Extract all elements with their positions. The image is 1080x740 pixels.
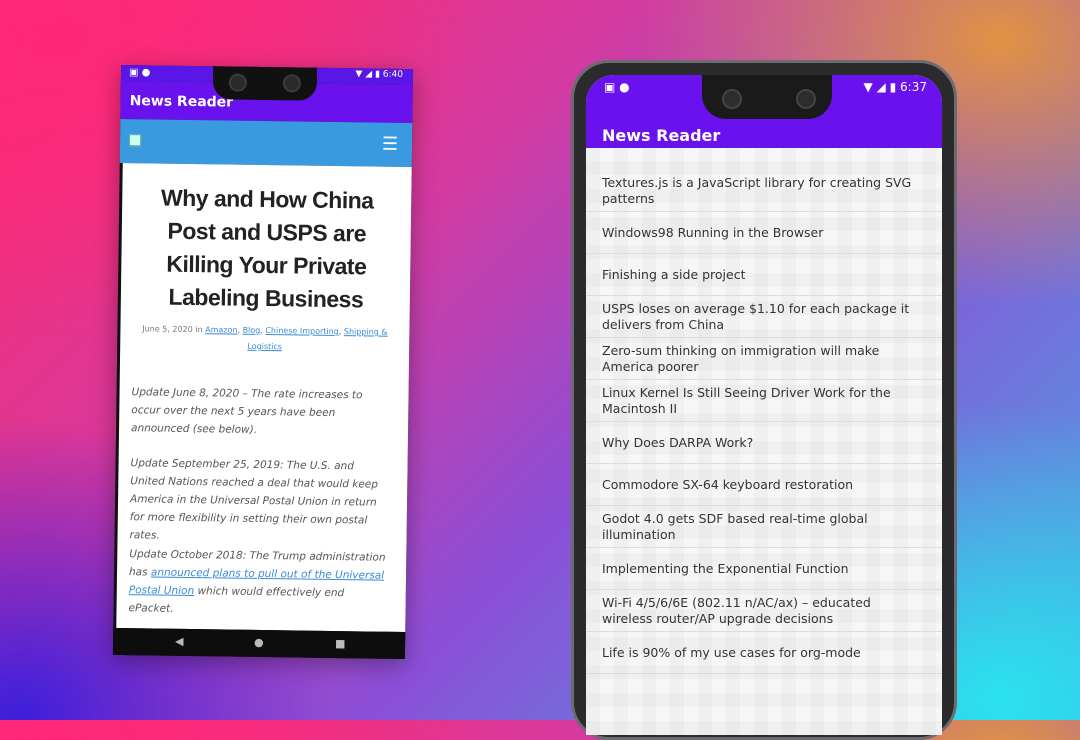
- camera-icon: [722, 89, 742, 109]
- article-title: Why and How China Post and USPS are Kill…: [160, 184, 374, 313]
- signal-icon: ◢: [876, 80, 886, 94]
- article-meta: June 5, 2020 in Amazon, Blog, Chinese Im…: [142, 324, 388, 352]
- news-list-item[interactable]: Zero-sum thinking on immigration will ma…: [586, 338, 942, 380]
- tag-link[interactable]: Blog: [243, 326, 261, 335]
- article-paragraph: Update September 25, 2019: The U.S. and …: [129, 457, 379, 542]
- battery-icon: ▮: [374, 69, 381, 80]
- article-paragraph: Update October 2018: The Trump administr…: [128, 548, 386, 615]
- notification-icons: ▣ ●: [128, 67, 151, 79]
- camera-icon: [228, 73, 248, 92]
- news-list-item[interactable]: Textures.js is a JavaScript library for …: [586, 170, 942, 212]
- tag-link[interactable]: Amazon: [205, 325, 237, 334]
- notification-icons: ▣ ●: [604, 80, 630, 94]
- news-item-title: Windows98 Running in the Browser: [602, 224, 824, 240]
- camera-notch: [702, 75, 832, 119]
- news-list-item[interactable]: Wi-Fi 4/5/6/6E (802.11 n/AC/ax) – educat…: [586, 590, 942, 632]
- app-title: News Reader: [129, 93, 234, 111]
- wifi-icon: ▼: [863, 80, 873, 94]
- news-list-item[interactable]: Windows98 Running in the Browser: [586, 212, 942, 254]
- news-list-item[interactable]: Godot 4.0 gets SDF based real-time globa…: [586, 506, 942, 548]
- article-content: Why and How China Post and USPS are Kill…: [116, 163, 412, 633]
- news-item-title: Godot 4.0 gets SDF based real-time globa…: [602, 510, 868, 542]
- status-time: 6:40: [382, 69, 404, 80]
- news-item-title: Implementing the Exponential Function: [602, 560, 849, 576]
- news-item-title: Wi-Fi 4/5/6/6E (802.11 n/AC/ax) – educat…: [602, 594, 871, 626]
- news-list-item[interactable]: Commodore SX-64 keyboard restoration: [586, 464, 942, 506]
- battery-icon: ▮: [889, 80, 897, 94]
- hamburger-menu-icon[interactable]: ☰: [382, 134, 398, 155]
- article-paragraph: Update June 8, 2020 – The rate increases…: [130, 386, 363, 436]
- recents-icon[interactable]: ■: [335, 637, 346, 650]
- tag-link[interactable]: Chinese Importing: [265, 326, 339, 336]
- news-list: Textures.js is a JavaScript library for …: [586, 148, 942, 735]
- list-phone: ▣ ● ▼ ◢ ▮ 6:37 News Reader Textures.js i…: [571, 60, 957, 740]
- news-item-title: Commodore SX-64 keyboard restoration: [602, 476, 854, 492]
- site-header: ☰: [119, 118, 413, 168]
- article-phone: ▣ ● ▼ ◢ ▮ 6:40 News Reader ☰ Why and How…: [112, 64, 414, 660]
- android-nav-bar: ◀ ● ■: [112, 627, 406, 660]
- status-time: 6:37: [900, 80, 927, 94]
- broken-image-icon: [129, 134, 142, 147]
- news-list-item[interactable]: USPS loses on average $1.10 for each pac…: [586, 296, 942, 338]
- camera-icon: [282, 74, 302, 93]
- news-item-title: Why Does DARPA Work?: [602, 434, 754, 450]
- news-list-item[interactable]: Finishing a side project: [586, 254, 942, 296]
- app-title: News Reader: [602, 126, 721, 145]
- news-list-item[interactable]: Why Does DARPA Work?: [586, 422, 942, 464]
- news-list-item[interactable]: Life is 90% of my use cases for org-mode: [586, 632, 942, 674]
- camera-notch: [212, 66, 318, 101]
- news-item-title: Finishing a side project: [602, 266, 746, 282]
- signal-icon: ◢: [365, 69, 373, 80]
- news-item-title: Textures.js is a JavaScript library for …: [602, 174, 912, 206]
- news-item-title: Zero-sum thinking on immigration will ma…: [602, 342, 880, 374]
- news-item-title: Linux Kernel Is Still Seeing Driver Work…: [602, 384, 891, 416]
- news-list-item[interactable]: Linux Kernel Is Still Seeing Driver Work…: [586, 380, 942, 422]
- phone-screen: ▣ ● ▼ ◢ ▮ 6:37 News Reader Textures.js i…: [586, 75, 942, 735]
- wifi-icon: ▼: [355, 69, 363, 80]
- news-item-title: Life is 90% of my use cases for org-mode: [602, 644, 861, 660]
- news-list-item[interactable]: Implementing the Exponential Function: [586, 548, 942, 590]
- camera-icon: [796, 89, 816, 109]
- home-icon[interactable]: ●: [254, 636, 264, 649]
- news-item-title: USPS loses on average $1.10 for each pac…: [602, 300, 910, 332]
- back-icon[interactable]: ◀: [175, 635, 184, 648]
